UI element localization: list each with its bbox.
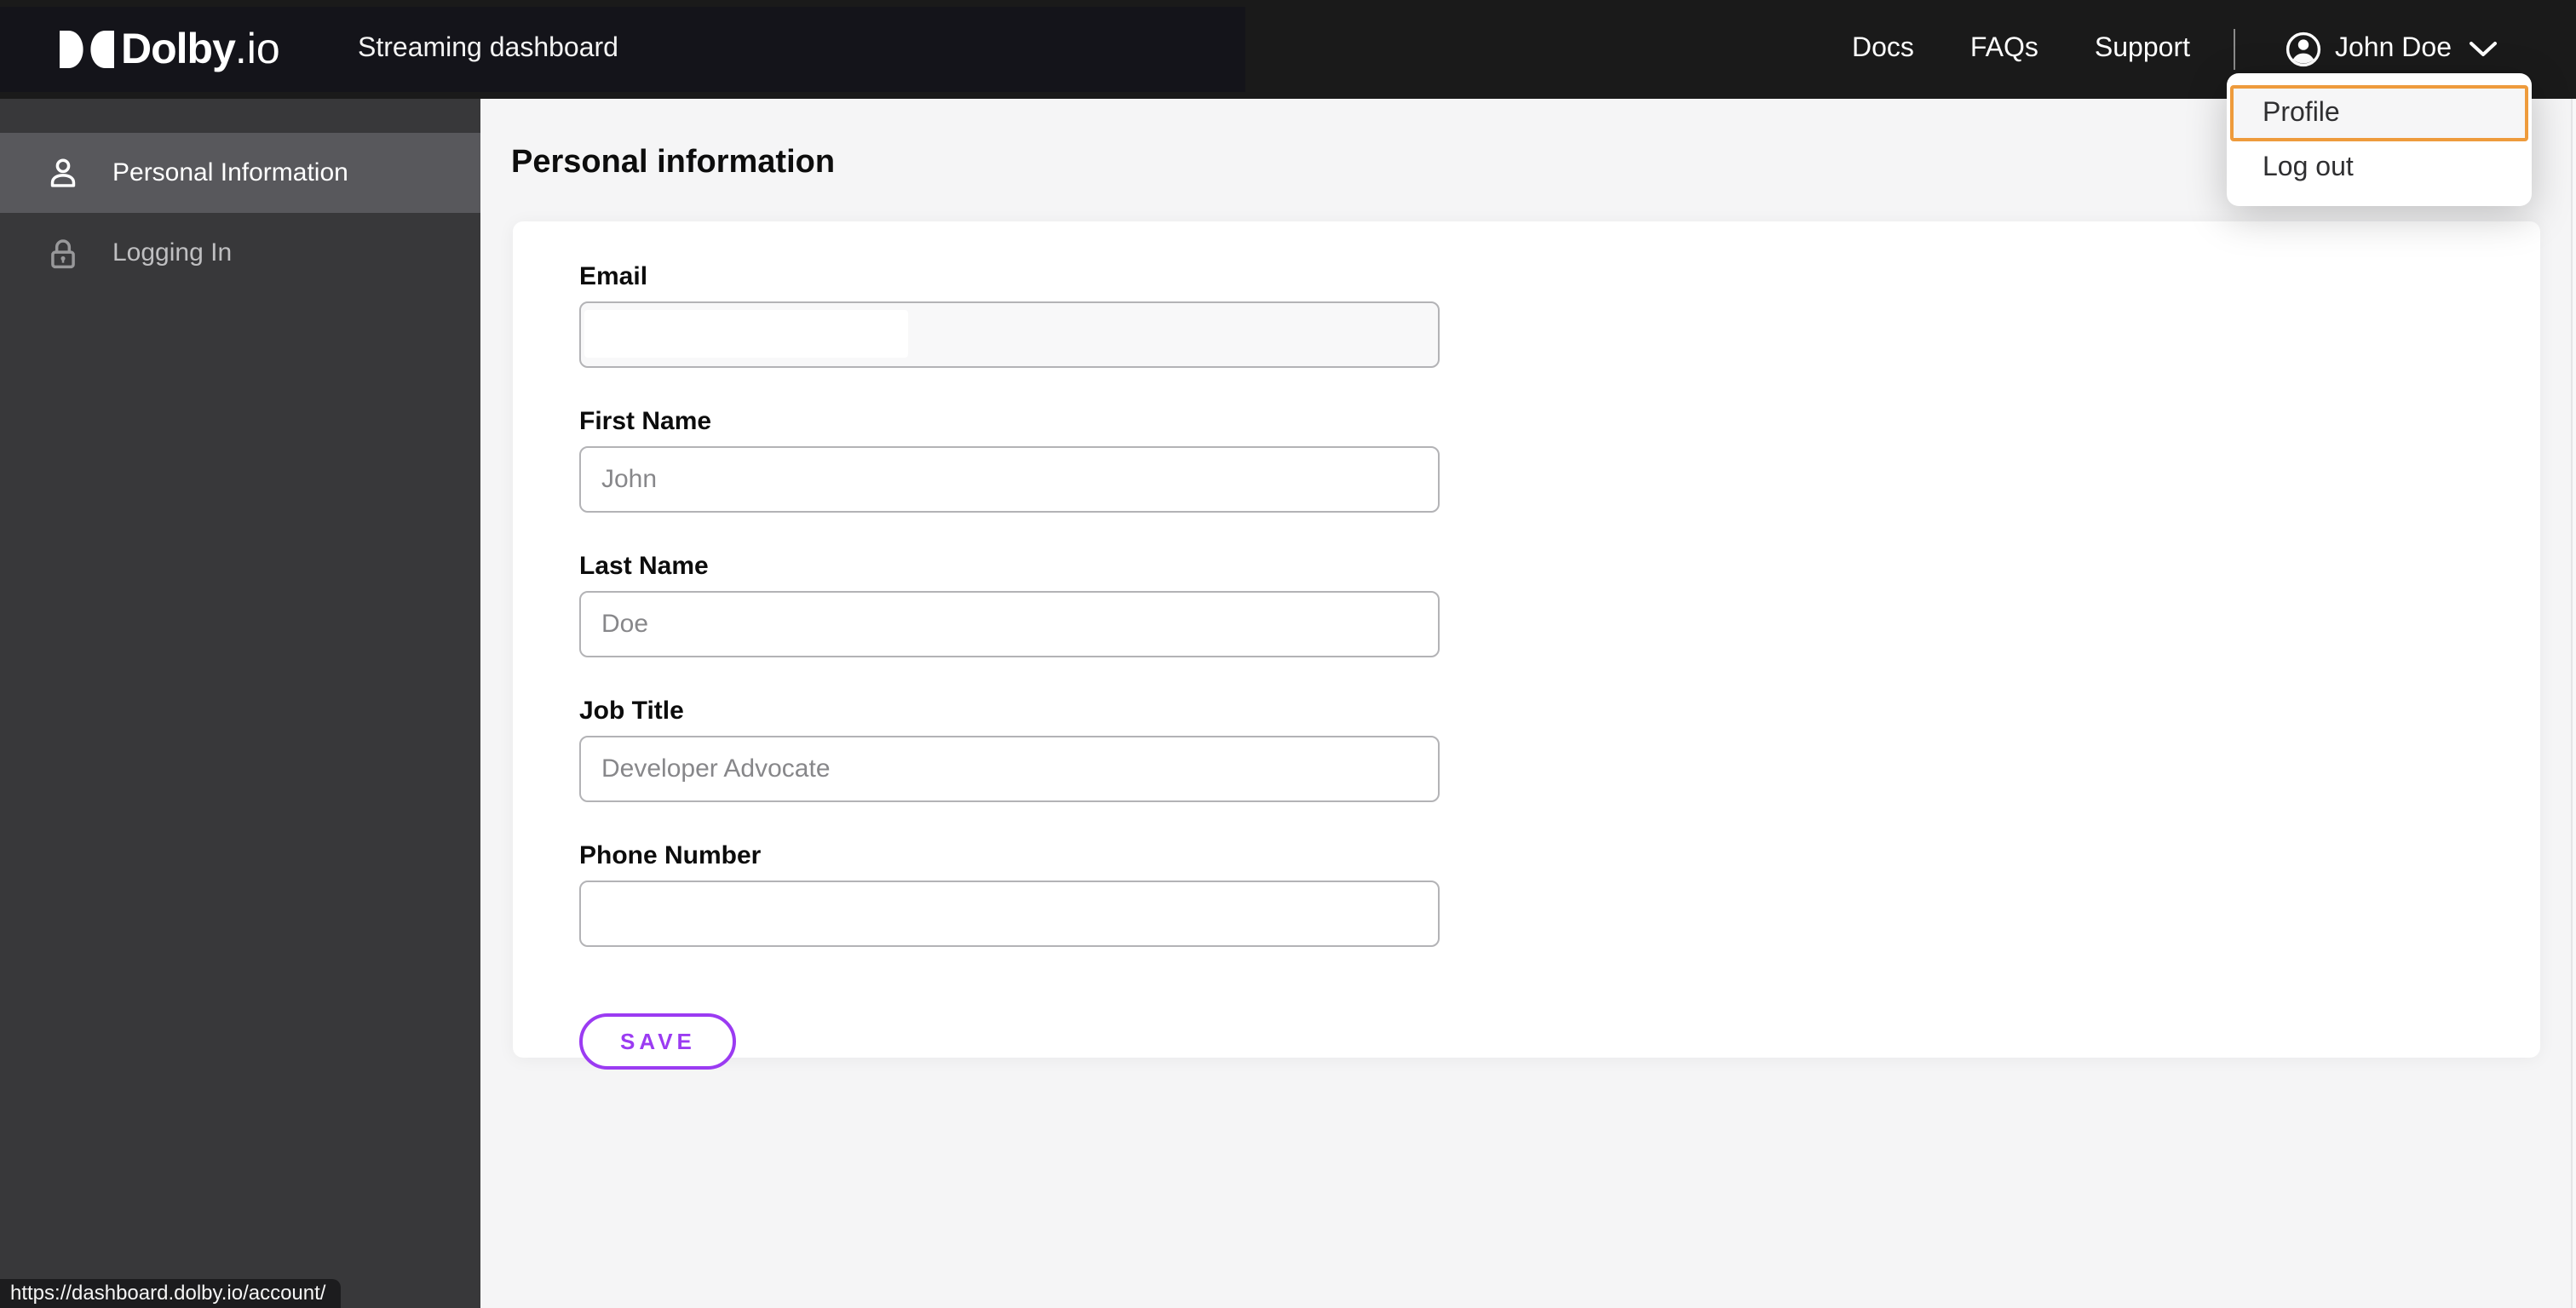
personal-information-card: Email First Name Last Name Job Ti	[513, 221, 2540, 1070]
last-name-input[interactable]	[579, 591, 1440, 657]
last-name-field-group: Last Name	[579, 552, 1440, 657]
last-name-label: Last Name	[579, 552, 709, 581]
nav-link-docs[interactable]: Docs	[1852, 34, 1914, 65]
sidebar-item-label: Logging In	[112, 238, 233, 267]
phone-number-label: Phone Number	[579, 841, 762, 870]
person-icon	[50, 158, 76, 186]
menu-item-logout[interactable]: Log out	[2227, 141, 2532, 194]
status-url-tooltip: https://dashboard.dolby.io/account/	[0, 1279, 342, 1308]
user-avatar-icon	[2285, 32, 2320, 67]
brand-name: Dolby.io	[121, 25, 280, 72]
first-name-input[interactable]	[579, 446, 1440, 513]
nav-link-support[interactable]: Support	[2095, 34, 2190, 65]
job-title-input[interactable]	[579, 736, 1440, 802]
dolby-logo[interactable]: Dolby.io	[58, 0, 280, 99]
first-name-label: First Name	[579, 407, 712, 436]
first-name-field-group: First Name	[579, 407, 1440, 513]
product-title: Streaming dashboard	[358, 34, 618, 63]
nav-divider	[2233, 29, 2234, 70]
email-input[interactable]	[579, 301, 1440, 368]
nav-link-faqs[interactable]: FAQs	[1970, 34, 2038, 65]
user-name: John Doe	[2335, 34, 2452, 63]
phone-number-input[interactable]	[579, 881, 1440, 947]
dolby-double-d-icon	[60, 31, 114, 68]
save-button[interactable]: SAVE	[579, 1013, 737, 1070]
email-field-group: Email	[579, 262, 1440, 368]
chevron-down-icon	[2470, 42, 2497, 56]
sidebar-item-logging-in[interactable]: Logging In	[0, 213, 480, 293]
page-title: Personal information	[511, 145, 836, 181]
user-dropdown-menu: Profile Log out	[2227, 73, 2532, 206]
email-label: Email	[579, 262, 648, 291]
job-title-label: Job Title	[579, 697, 684, 726]
sidebar-item-personal-information[interactable]: Personal Information	[0, 133, 480, 213]
menu-item-profile[interactable]: Profile	[2230, 85, 2528, 141]
app-window: Dolby.io Streaming dashboard Docs FAQs S…	[0, 0, 2576, 1308]
sidebar: Personal Information Logging In	[0, 99, 480, 1308]
sidebar-item-label: Personal Information	[112, 158, 348, 187]
job-title-field-group: Job Title	[579, 697, 1440, 802]
top-navbar: Dolby.io Streaming dashboard Docs FAQs S…	[0, 0, 2576, 99]
phone-number-field-group: Phone Number	[579, 841, 1440, 947]
scrollbar-gutter[interactable]	[2571, 99, 2576, 1308]
lock-icon	[51, 238, 75, 268]
main-content: Personal information Email First Name La…	[480, 99, 2576, 1308]
user-menu-trigger[interactable]: John Doe	[2284, 31, 2498, 68]
